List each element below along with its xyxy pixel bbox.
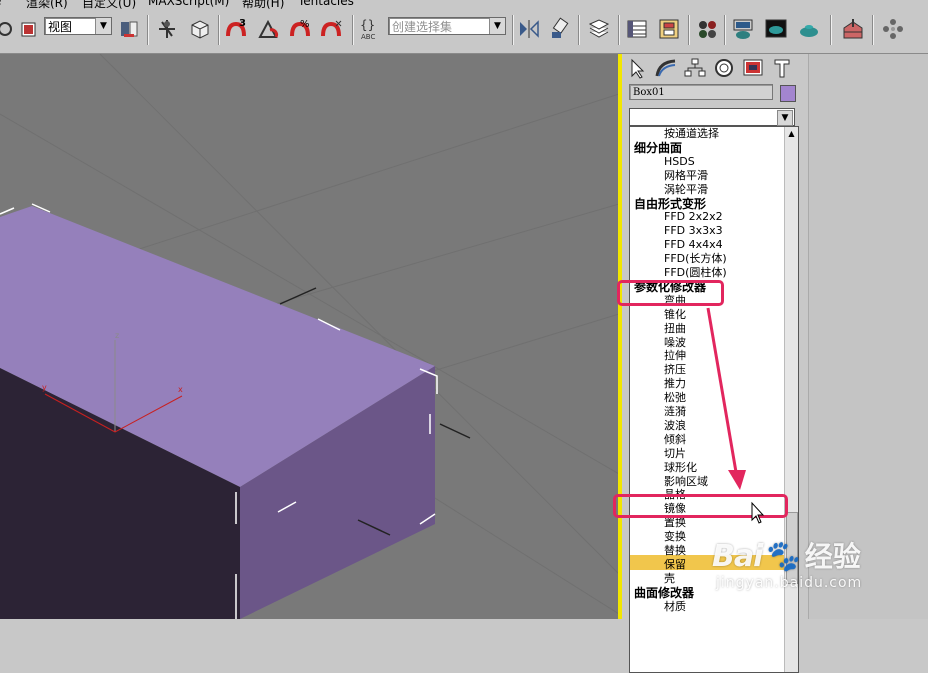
modifier-category: 细分曲面 <box>634 140 683 155</box>
modifier-item[interactable]: 保留 <box>664 558 686 572</box>
menu-item-tentacles[interactable]: Tentacles <box>298 0 354 8</box>
menu-item-maxscript[interactable]: MAXScript(M) <box>148 0 229 8</box>
modifier-item[interactable]: 推力 <box>664 377 686 391</box>
motion-tab-icon[interactable] <box>711 56 737 80</box>
named-selection-dropdown[interactable]: 创建选择集 ▼ <box>388 17 506 35</box>
svg-text:ABC: ABC <box>361 33 375 41</box>
utilities-tab-icon[interactable] <box>769 56 795 80</box>
modifier-item[interactable]: 噪波 <box>664 336 686 350</box>
modifier-item[interactable]: 置换 <box>664 516 686 530</box>
modifier-item[interactable]: 扭曲 <box>664 322 686 336</box>
modifier-item[interactable]: FFD 3x3x3 <box>664 224 723 238</box>
snap-3d-icon[interactable]: 3 <box>224 16 250 42</box>
align-icon[interactable] <box>548 16 574 42</box>
mirror-icon[interactable] <box>516 16 542 42</box>
modifier-item[interactable]: 影响区域 <box>664 475 708 489</box>
modifier-dropdown-list[interactable]: ▲ 按通道选择 细分曲面 HSDS 网格平滑 涡轮平滑 自由形式变形 FFD 2x2x2 FF… <box>629 126 799 673</box>
percent-snap-icon[interactable]: % <box>288 16 314 42</box>
scroll-thumb[interactable] <box>786 512 798 584</box>
keyboard-shortcut-icon[interactable] <box>187 16 213 42</box>
edit-named-selection-icon[interactable]: {} ABC <box>358 16 384 42</box>
modifier-item[interactable]: 壳 <box>664 572 675 586</box>
modifier-item[interactable]: 球形化 <box>664 461 697 475</box>
create-tab-icon[interactable] <box>624 56 650 80</box>
modifier-item[interactable]: 替换 <box>664 544 686 558</box>
menu-item-customize[interactable]: 自定义(U) <box>82 0 136 9</box>
modifier-item[interactable]: 材质 <box>664 600 686 614</box>
axis-y-label: y <box>42 383 47 392</box>
named-selection-placeholder: 创建选择集 <box>392 20 453 34</box>
modifier-item[interactable]: FFD 2x2x2 <box>664 210 723 224</box>
main-toolbar: 视图 ▼ 3 % {} ABC 创建选择集 ▼ <box>0 9 928 54</box>
modifier-list-scrollbar[interactable]: ▲ <box>784 127 798 672</box>
object-name-field[interactable]: Box01 <box>629 84 773 100</box>
modifier-category: 曲面修改器 <box>634 585 695 600</box>
viewport-scene: z y x <box>0 54 619 619</box>
hierarchy-tab-icon[interactable] <box>682 56 708 80</box>
modifier-item[interactable]: 晶格 <box>664 488 686 502</box>
modifier-item[interactable]: 弯曲 <box>664 294 686 308</box>
modifier-item[interactable]: 涟漪 <box>664 405 686 419</box>
chevron-down-icon: ▼ <box>95 18 111 34</box>
scroll-up-icon[interactable]: ▲ <box>785 127 798 140</box>
render-production-icon[interactable] <box>796 16 822 42</box>
modifier-category: 参数化修改器 <box>634 279 707 294</box>
angle-snap-icon[interactable] <box>256 16 282 42</box>
right-panel-strip <box>808 54 928 619</box>
modifier-item[interactable]: 挤压 <box>664 363 686 377</box>
modifier-item[interactable]: 涡轮平滑 <box>664 183 708 197</box>
modifier-item[interactable]: FFD(圆柱体) <box>664 266 727 280</box>
render-setup-icon[interactable] <box>730 16 756 42</box>
modifier-item[interactable]: 切片 <box>664 447 686 461</box>
axis-x-label: x <box>178 385 183 394</box>
modifier-item[interactable]: 倾斜 <box>664 433 686 447</box>
menu-item-render[interactable]: 渲染(R) <box>26 0 68 9</box>
modifier-item[interactable]: 波浪 <box>664 419 686 433</box>
modifier-item[interactable]: 按通道选择 <box>664 127 719 141</box>
object-color-swatch[interactable] <box>780 85 796 102</box>
modifier-category: 自由形式变形 <box>634 196 707 211</box>
display-tab-icon[interactable] <box>740 56 766 80</box>
modifier-item[interactable]: 镜像 <box>664 502 686 516</box>
modifier-item[interactable]: 锥化 <box>664 308 686 322</box>
select-region-icon[interactable] <box>16 16 42 42</box>
menu-item-help[interactable]: 帮助(H) <box>242 0 284 9</box>
build-icon[interactable] <box>840 16 866 42</box>
curve-editor-icon[interactable] <box>624 16 650 42</box>
chevron-down-icon: ▼ <box>489 18 505 34</box>
modifier-item[interactable]: 拉伸 <box>664 349 686 363</box>
svg-text:%: % <box>300 19 310 30</box>
modify-tab-icon[interactable] <box>653 56 679 80</box>
command-panel: Box01 ▼ ▲ 按通道选择 细分曲面 HSDS 网格平滑 涡轮平滑 自由形式变形 FFD… <box>622 54 808 673</box>
svg-text:3: 3 <box>239 18 246 29</box>
view-dropdown[interactable]: 视图 ▼ <box>44 17 112 35</box>
particle-icon[interactable] <box>880 16 906 42</box>
modifier-item[interactable]: 网格平滑 <box>664 169 708 183</box>
rendered-frame-icon[interactable] <box>763 16 789 42</box>
modifier-item[interactable]: 变换 <box>664 530 686 544</box>
chevron-down-icon: ▼ <box>777 110 793 126</box>
highlighted-item-background <box>630 555 786 570</box>
schematic-view-icon[interactable] <box>656 16 682 42</box>
modifier-item[interactable]: FFD 4x4x4 <box>664 238 723 252</box>
modifier-list-dropdown[interactable]: ▼ <box>629 108 795 126</box>
manipulate-icon[interactable] <box>154 16 180 42</box>
view-dropdown-value: 视图 <box>48 20 73 34</box>
menu-bar: e 渲染(R) 自定义(U) MAXScript(M) 帮助(H) Tentac… <box>0 0 928 9</box>
perspective-viewport[interactable]: z y x <box>0 54 619 619</box>
modifier-item[interactable]: 松弛 <box>664 391 686 405</box>
pivot-icon[interactable] <box>116 16 142 42</box>
svg-text:{}: {} <box>360 18 375 32</box>
axis-z-label: z <box>115 331 119 340</box>
modifier-item[interactable]: HSDS <box>664 155 695 169</box>
spinner-snap-icon[interactable] <box>319 16 345 42</box>
layer-manager-icon[interactable] <box>586 16 612 42</box>
modifier-item[interactable]: FFD(长方体) <box>664 252 727 266</box>
menu-item-fragment[interactable]: e <box>0 0 1 8</box>
material-editor-icon[interactable] <box>694 16 720 42</box>
